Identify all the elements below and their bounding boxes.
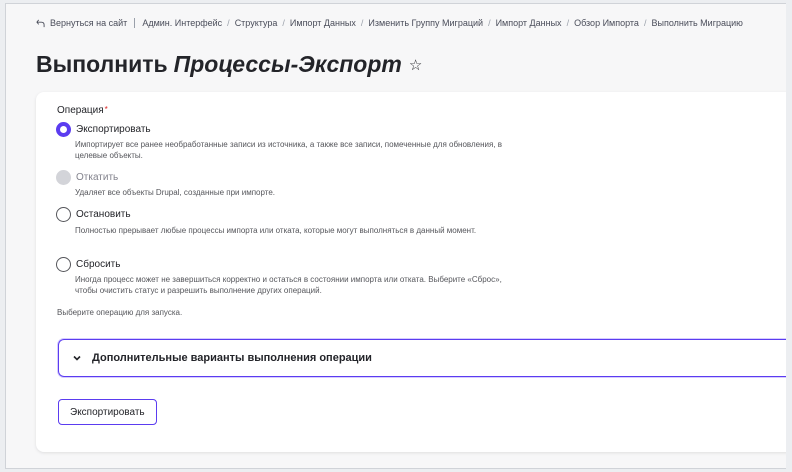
- radio-icon[interactable]: [56, 207, 71, 222]
- breadcrumb-separator: /: [566, 18, 570, 28]
- option-label: Откатить: [76, 172, 119, 183]
- option-reset[interactable]: Сбросить: [56, 257, 120, 272]
- breadcrumb-item-overview[interactable]: Обзор Импорта: [574, 18, 639, 28]
- back-to-site-link[interactable]: Вернуться на сайт: [36, 18, 136, 28]
- breadcrumb-separator: /: [360, 18, 364, 28]
- breadcrumb-separator: /: [282, 18, 285, 28]
- chevron-down-icon: [73, 355, 81, 361]
- option-description: Полностью прерывает любые процессы импор…: [75, 226, 477, 235]
- option-description: Иногда процесс может не завершиться корр…: [75, 275, 502, 295]
- help-text: Выберите операцию для запуска.: [57, 308, 183, 317]
- star-icon[interactable]: ☆: [409, 56, 422, 74]
- radio-disabled-icon: [56, 170, 71, 185]
- required-marker: *: [104, 105, 108, 114]
- option-description: Импортирует все ранее необработанные зап…: [75, 140, 502, 160]
- option-stop[interactable]: Остановить: [56, 207, 131, 222]
- operation-label: Операция*: [57, 105, 108, 116]
- breadcrumb-item-structure[interactable]: Структура: [235, 18, 278, 28]
- breadcrumb-separator: /: [488, 18, 491, 28]
- export-submit-button[interactable]: Экспортировать: [58, 399, 157, 425]
- operation-form: Операция* Экспортировать Импортирует все…: [36, 92, 786, 452]
- details-summary-label: Дополнительные варианты выполнения опера…: [92, 352, 372, 364]
- breadcrumb-item-import[interactable]: Импорт Данных: [290, 18, 356, 28]
- back-label: Вернуться на сайт: [50, 18, 128, 28]
- breadcrumb-item-admin[interactable]: Админ. Интерфейс: [142, 18, 222, 28]
- title-prefix: Выполнить: [36, 51, 168, 77]
- browser-content: Вернуться на сайт Админ. Интерфейс / Стр…: [5, 3, 786, 469]
- option-label: Сбросить: [76, 259, 121, 270]
- option-label: Экспортировать: [76, 124, 151, 135]
- breadcrumb-item-run[interactable]: Выполнить Миграцию: [651, 18, 742, 28]
- title-migration-name: Процессы-Экспорт: [173, 51, 402, 77]
- page-title: Выполнить Процессы-Экспорт ☆: [36, 51, 422, 78]
- option-rollback: Откатить: [56, 170, 118, 185]
- breadcrumb-separator: /: [227, 18, 230, 28]
- breadcrumb-separator: /: [643, 18, 647, 28]
- radio-checked-icon[interactable]: [56, 122, 71, 137]
- radio-icon[interactable]: [56, 257, 71, 272]
- option-description: Удаляет все объекты Drupal, созданные пр…: [75, 188, 275, 197]
- option-export[interactable]: Экспортировать: [56, 122, 151, 137]
- return-arrow-icon: [36, 19, 45, 27]
- advanced-options-details[interactable]: Дополнительные варианты выполнения опера…: [58, 339, 786, 377]
- breadcrumb-item-import-2[interactable]: Импорт Данных: [496, 18, 562, 28]
- option-label: Остановить: [76, 209, 131, 220]
- breadcrumb-item-edit-group[interactable]: Изменить Группу Миграций: [368, 18, 483, 28]
- breadcrumb: Вернуться на сайт Админ. Интерфейс / Стр…: [36, 16, 743, 30]
